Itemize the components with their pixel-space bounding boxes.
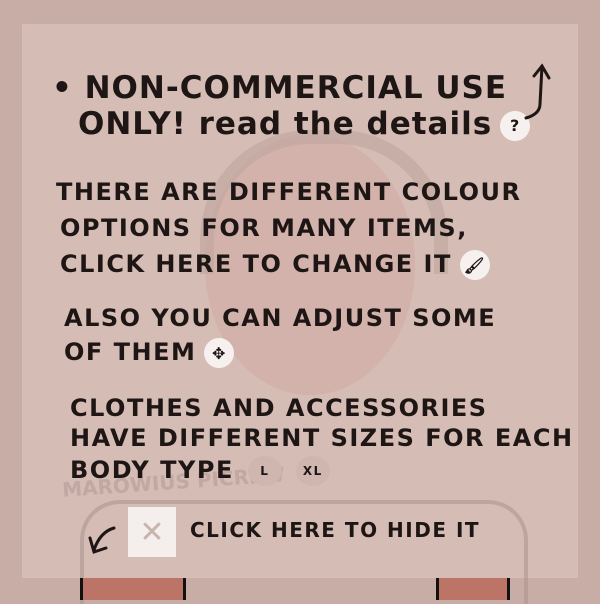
bullet: • [52,70,85,106]
colour-line-1: THERE ARE DIFFERENT COLOUR [56,178,522,206]
notice-line-2: ONLY! read the details? [78,106,531,142]
notice-line-1: • NON-COMMERCIAL USE [52,70,508,106]
background-sleeve-right [436,578,510,600]
adjust-line-1: ALSO YOU CAN ADJUST SOME [64,304,497,332]
sizes-line-3: BODY TYPE L XL [70,456,330,486]
size-option-xl[interactable]: XL [295,456,330,486]
size-option-l[interactable]: L [247,456,282,486]
background-sleeve-left [80,578,186,600]
hide-label: CLICK HERE TO HIDE IT [190,518,481,542]
arrow-up-icon [524,63,551,120]
arrow-down-left-icon [88,526,116,554]
close-icon: ✕ [139,514,165,550]
hide-overlay-button[interactable]: ✕ [128,507,176,557]
sizes-line-1: CLOTHES AND ACCESSORIES [70,394,488,422]
colour-line-2: OPTIONS FOR MANY ITEMS, [60,214,468,242]
paintbrush-icon[interactable]: 🖌 [459,250,490,280]
move-arrows-icon[interactable]: ✥ [204,338,235,368]
sizes-line-2: HAVE DIFFERENT SIZES FOR EACH [70,424,574,452]
colour-line-3: CLICK HERE TO CHANGE IT 🖌 [60,250,490,280]
adjust-line-2: OF THEM ✥ [64,338,235,368]
